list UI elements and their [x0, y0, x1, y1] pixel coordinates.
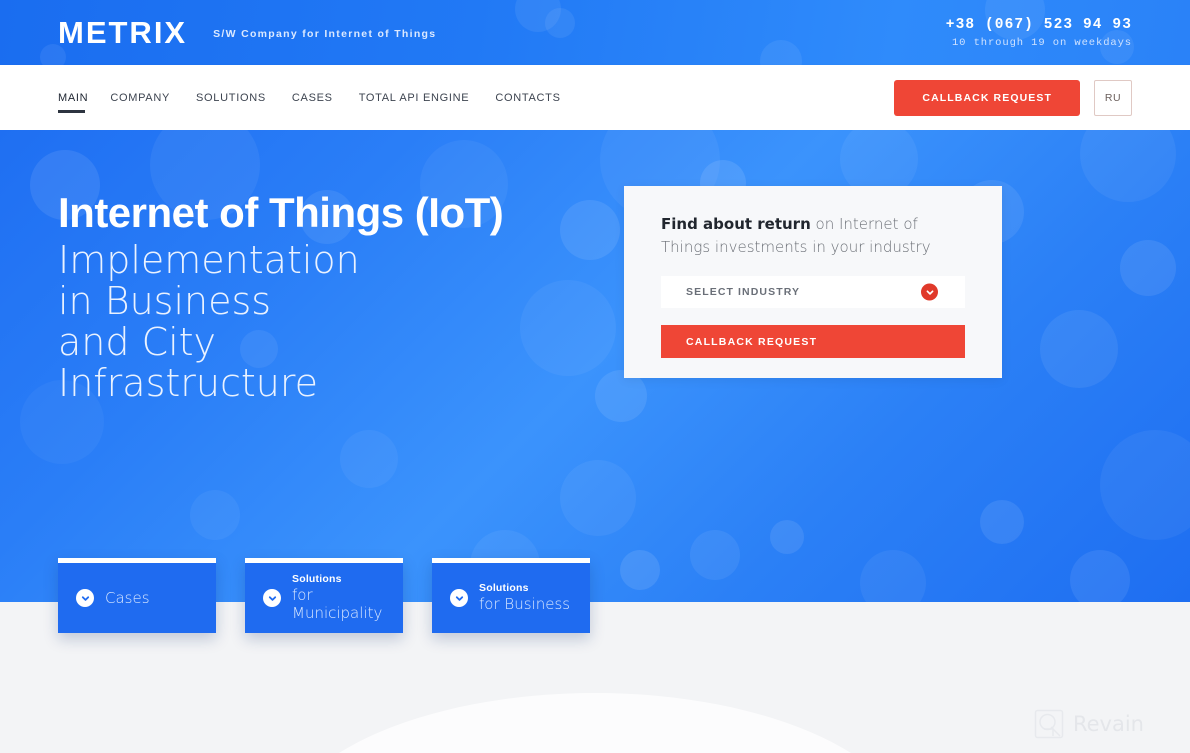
promo-card-text: Solutions for Municipality — [292, 573, 385, 622]
main-navbar: MAIN COMPANY SOLUTIONS CASES TOTAL API E… — [0, 65, 1190, 130]
promo-card-subtitle: Solutions — [479, 582, 529, 595]
contact-block: +38 (067) 523 94 93 10 through 19 on wee… — [946, 16, 1132, 48]
nav-item-solutions[interactable]: SOLUTIONS — [196, 92, 292, 104]
promo-card-text: Cases — [105, 589, 150, 607]
promo-card-text: Solutions for Business — [479, 582, 570, 613]
working-hours: 10 through 19 on weekdays — [951, 36, 1132, 49]
nav-item-label: COMPANY — [110, 91, 171, 104]
chevron-down-circle-icon — [76, 589, 94, 607]
hero-section: Internet of Things (IoT) Implementation … — [0, 130, 1190, 602]
active-underline — [58, 109, 85, 113]
language-switch-button[interactable]: RU — [1094, 79, 1132, 116]
promo-cards: Cases Solutions for Municipality Solutio — [58, 558, 590, 633]
headline-line-4: Infrastructure — [58, 361, 319, 406]
promo-card-municipality[interactable]: Solutions for Municipality — [245, 558, 403, 633]
nav-item-total-api-engine[interactable]: TOTAL API ENGINE — [359, 92, 496, 104]
revain-watermark: Revain — [1034, 709, 1144, 739]
nav-item-label: SOLUTIONS — [196, 91, 266, 104]
promo-card-business[interactable]: Solutions for Business — [432, 558, 590, 633]
revain-logo-icon — [1034, 709, 1064, 739]
page-root: METRIX S/W Company for Internet of Thing… — [0, 0, 1190, 753]
site-tagline: S/W Company for Internet of Things — [213, 28, 437, 40]
promo-card-title: Cases — [105, 588, 150, 607]
roi-card-title: Find about return on Internet of Things … — [661, 213, 965, 258]
nav-item-label: CASES — [291, 91, 333, 104]
nav-item-company[interactable]: COMPANY — [110, 92, 196, 104]
roi-card-title-bold: Find about return — [661, 215, 811, 233]
promo-card-subtitle: Solutions — [292, 573, 342, 586]
nav-item-label: MAIN — [58, 91, 89, 104]
select-industry-value: SELECT INDUSTRY — [686, 286, 801, 298]
select-industry-dropdown[interactable]: SELECT INDUSTRY — [661, 276, 965, 308]
promo-card-cases[interactable]: Cases — [58, 558, 216, 633]
revain-watermark-text: Revain — [1072, 712, 1144, 736]
chevron-down-circle-icon — [450, 589, 468, 607]
chevron-down-circle-icon — [263, 589, 281, 607]
nav-item-main[interactable]: MAIN — [58, 91, 110, 113]
hero-headline: Internet of Things (IoT) Implementation … — [58, 189, 504, 406]
nav-item-label: TOTAL API ENGINE — [358, 91, 470, 104]
headline-line-3: and City — [58, 320, 217, 365]
top-bar: METRIX S/W Company for Internet of Thing… — [0, 0, 1190, 65]
headline-secondary: Implementation in Business and City Infr… — [58, 238, 503, 406]
roi-inquiry-card: Find about return on Internet of Things … — [624, 186, 1002, 378]
nav-item-label: CONTACTS — [495, 91, 561, 104]
nav-items: MAIN COMPANY SOLUTIONS CASES TOTAL API E… — [58, 91, 587, 113]
nav-actions: CALLBACK REQUEST RU — [894, 79, 1132, 116]
headline-line-2: in Business — [58, 279, 272, 324]
nav-item-contacts[interactable]: CONTACTS — [495, 92, 586, 104]
headline-line-1: Implementation — [58, 238, 360, 282]
chevron-down-icon[interactable] — [921, 283, 938, 301]
callback-request-button[interactable]: CALLBACK REQUEST — [894, 79, 1080, 116]
promo-card-title: for Municipality — [292, 586, 383, 623]
roi-callback-request-button[interactable]: CALLBACK REQUEST — [661, 325, 965, 358]
phone-number[interactable]: +38 (067) 523 94 93 — [946, 16, 1132, 34]
nav-item-cases[interactable]: CASES — [292, 92, 359, 104]
headline-primary: Internet of Things (IoT) — [58, 189, 504, 236]
site-logo[interactable]: METRIX — [58, 17, 187, 48]
decorative-arc — [275, 693, 915, 753]
promo-card-title: for Business — [479, 595, 571, 614]
